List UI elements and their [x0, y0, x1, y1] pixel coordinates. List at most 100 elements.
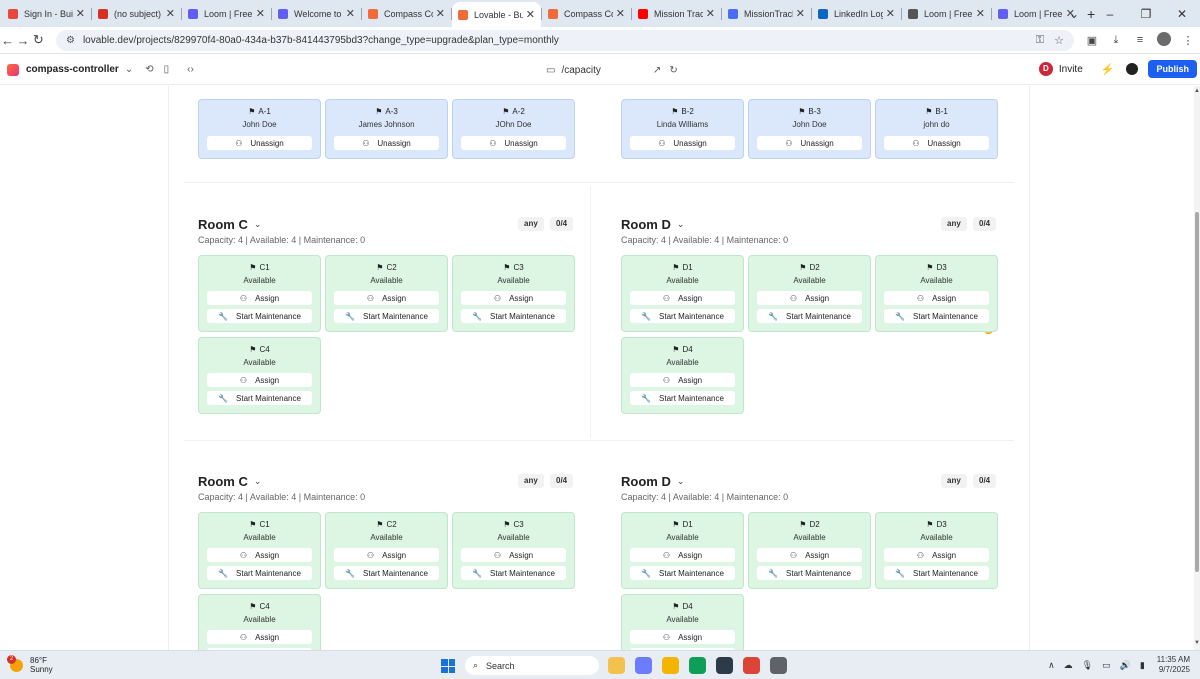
browser-tab[interactable]: Mission Track✕: [632, 3, 721, 25]
download-icon[interactable]: ⤓: [1104, 34, 1128, 47]
taskbar-search[interactable]: ⌕ Search: [465, 656, 599, 675]
start-maintenance-button[interactable]: 🔧 Start Maintenance: [630, 309, 735, 323]
browser-tab[interactable]: Sign In - Buil ✕: [2, 3, 91, 25]
user-avatar[interactable]: D: [1038, 62, 1053, 76]
assign-button[interactable]: ⚇ Assign: [334, 291, 439, 305]
browser-tab[interactable]: Loom | Free S✕: [182, 3, 271, 25]
minimize-button[interactable]: –: [1092, 7, 1128, 21]
sidebar-toggle-icon[interactable]: ▯: [164, 64, 170, 75]
close-window-button[interactable]: ✕: [1164, 7, 1200, 21]
browser-tab[interactable]: Lovable - Bui ✕: [452, 2, 541, 27]
room-title[interactable]: Room D: [621, 474, 671, 489]
start-maintenance-button[interactable]: 🔧 Start Maintenance: [757, 566, 862, 580]
scrollbar[interactable]: ▲ ▼: [1194, 86, 1200, 650]
unassign-button[interactable]: ⚇ Unassign: [461, 136, 566, 150]
scroll-up-arrow-icon[interactable]: ▲: [1194, 88, 1200, 94]
taskbar-app-icon[interactable]: [689, 657, 706, 674]
assign-button[interactable]: ⚇ Assign: [207, 630, 312, 644]
taskbar-app-icon[interactable]: [635, 657, 652, 674]
clock[interactable]: 11:35 AM 9/7/2025: [1157, 655, 1190, 675]
tab-close-icon[interactable]: ✕: [976, 7, 985, 20]
publish-button[interactable]: Publish: [1148, 60, 1197, 78]
forward-icon[interactable]: →: [15, 33, 30, 48]
volume-icon[interactable]: 🔊: [1120, 660, 1131, 671]
start-maintenance-button[interactable]: 🔧 Start Maintenance: [207, 309, 312, 323]
unassign-button[interactable]: ⚇ Unassign: [757, 136, 862, 150]
assign-button[interactable]: ⚇ Assign: [630, 373, 735, 387]
preview-path[interactable]: /capacity: [561, 65, 600, 76]
room-title[interactable]: Room D: [621, 217, 671, 232]
room-title[interactable]: Room C: [198, 217, 248, 232]
tab-close-icon[interactable]: ✕: [256, 7, 265, 20]
taskbar-app-icon[interactable]: [608, 657, 625, 674]
browser-menu-icon[interactable]: ⋮: [1176, 34, 1200, 47]
microphone-icon[interactable]: 🎙: [1082, 660, 1093, 671]
browser-tab[interactable]: Compass Co ✕: [542, 3, 631, 25]
cloud-icon[interactable]: ☁: [1064, 660, 1073, 671]
weather-widget[interactable]: 2 86°F Sunny: [7, 654, 53, 674]
tray-chevron-icon[interactable]: ∧: [1048, 660, 1055, 671]
room-title[interactable]: Room C: [198, 474, 248, 489]
github-icon[interactable]: [1126, 63, 1139, 75]
lovable-logo[interactable]: [7, 63, 19, 76]
start-maintenance-button[interactable]: 🔧 Start Maintenance: [884, 566, 989, 580]
assign-button[interactable]: ⚇ Assign: [884, 291, 989, 305]
invite-button[interactable]: Invite: [1059, 64, 1083, 75]
unassign-button[interactable]: ⚇ Unassign: [207, 136, 312, 150]
chevron-down-icon[interactable]: ⌄: [677, 476, 685, 487]
tab-search-icon[interactable]: ⌄: [1056, 7, 1092, 21]
tab-close-icon[interactable]: ✕: [616, 7, 625, 20]
assign-button[interactable]: ⚇ Assign: [757, 548, 862, 562]
tab-close-icon[interactable]: ✕: [346, 7, 355, 20]
start-maintenance-button[interactable]: 🔧 Start Maintenance: [884, 309, 989, 323]
assign-button[interactable]: ⚇ Assign: [207, 291, 312, 305]
taskbar-app-icon[interactable]: [716, 657, 733, 674]
back-icon[interactable]: ←: [0, 33, 15, 48]
tab-close-icon[interactable]: ✕: [796, 7, 805, 20]
browser-tab[interactable]: (no subject) - ✕: [92, 3, 181, 25]
tab-close-icon[interactable]: ✕: [76, 7, 85, 20]
start-maintenance-button[interactable]: 🔧 Start Maintenance: [757, 309, 862, 323]
bookmark-star-icon[interactable]: ☆: [1054, 34, 1064, 47]
preview-window-icon[interactable]: ▭: [546, 65, 555, 76]
assign-button[interactable]: ⚇ Assign: [207, 548, 312, 562]
windows-start-icon[interactable]: [441, 659, 455, 673]
browser-tab[interactable]: Welcome to : ✕: [272, 3, 361, 25]
reload-icon[interactable]: ↻: [31, 32, 46, 48]
project-chevron-icon[interactable]: ⌄: [125, 64, 133, 75]
url-text[interactable]: lovable.dev/projects/829970f4-80a0-434a-…: [83, 35, 1026, 46]
open-external-icon[interactable]: ↗: [653, 65, 661, 76]
tab-close-icon[interactable]: ✕: [886, 7, 895, 20]
chevron-down-icon[interactable]: ⌄: [677, 219, 685, 230]
browser-tab[interactable]: LinkedIn Log ✕: [812, 3, 901, 25]
assign-button[interactable]: ⚇ Assign: [884, 548, 989, 562]
assign-button[interactable]: ⚇ Assign: [630, 630, 735, 644]
scrollbar-thumb[interactable]: [1195, 212, 1199, 572]
media-controls-icon[interactable]: ≡: [1128, 34, 1152, 46]
chevron-down-icon[interactable]: ⌄: [254, 219, 262, 230]
battery-icon[interactable]: ▮: [1140, 660, 1145, 671]
assign-button[interactable]: ⚇ Assign: [461, 291, 566, 305]
taskbar-app-icon[interactable]: [770, 657, 787, 674]
assign-button[interactable]: ⚇ Assign: [207, 373, 312, 387]
assign-button[interactable]: ⚇ Assign: [334, 548, 439, 562]
taskbar-app-icon[interactable]: [743, 657, 760, 674]
taskbar-app-icon[interactable]: [662, 657, 679, 674]
assign-button[interactable]: ⚇ Assign: [757, 291, 862, 305]
assign-button[interactable]: ⚇ Assign: [630, 548, 735, 562]
tab-close-icon[interactable]: ✕: [706, 7, 715, 20]
assign-button[interactable]: ⚇ Assign: [461, 548, 566, 562]
unassign-button[interactable]: ⚇ Unassign: [884, 136, 989, 150]
unassign-button[interactable]: ⚇ Unassign: [334, 136, 439, 150]
start-maintenance-button[interactable]: 🔧 Start Maintenance: [207, 391, 312, 405]
start-maintenance-button[interactable]: 🔧 Start Maintenance: [461, 566, 566, 580]
chevron-down-icon[interactable]: ⌄: [254, 476, 262, 487]
start-maintenance-button[interactable]: 🔧 Start Maintenance: [630, 566, 735, 580]
unassign-button[interactable]: ⚇ Unassign: [630, 136, 735, 150]
profile-avatar[interactable]: [1152, 31, 1176, 49]
tab-close-icon[interactable]: ✕: [436, 7, 445, 20]
password-key-icon[interactable]: ⚿: [1036, 34, 1044, 47]
start-maintenance-button[interactable]: 🔧 Start Maintenance: [207, 566, 312, 580]
display-icon[interactable]: ▭: [1102, 660, 1111, 671]
maximize-button[interactable]: ❐: [1128, 7, 1164, 21]
